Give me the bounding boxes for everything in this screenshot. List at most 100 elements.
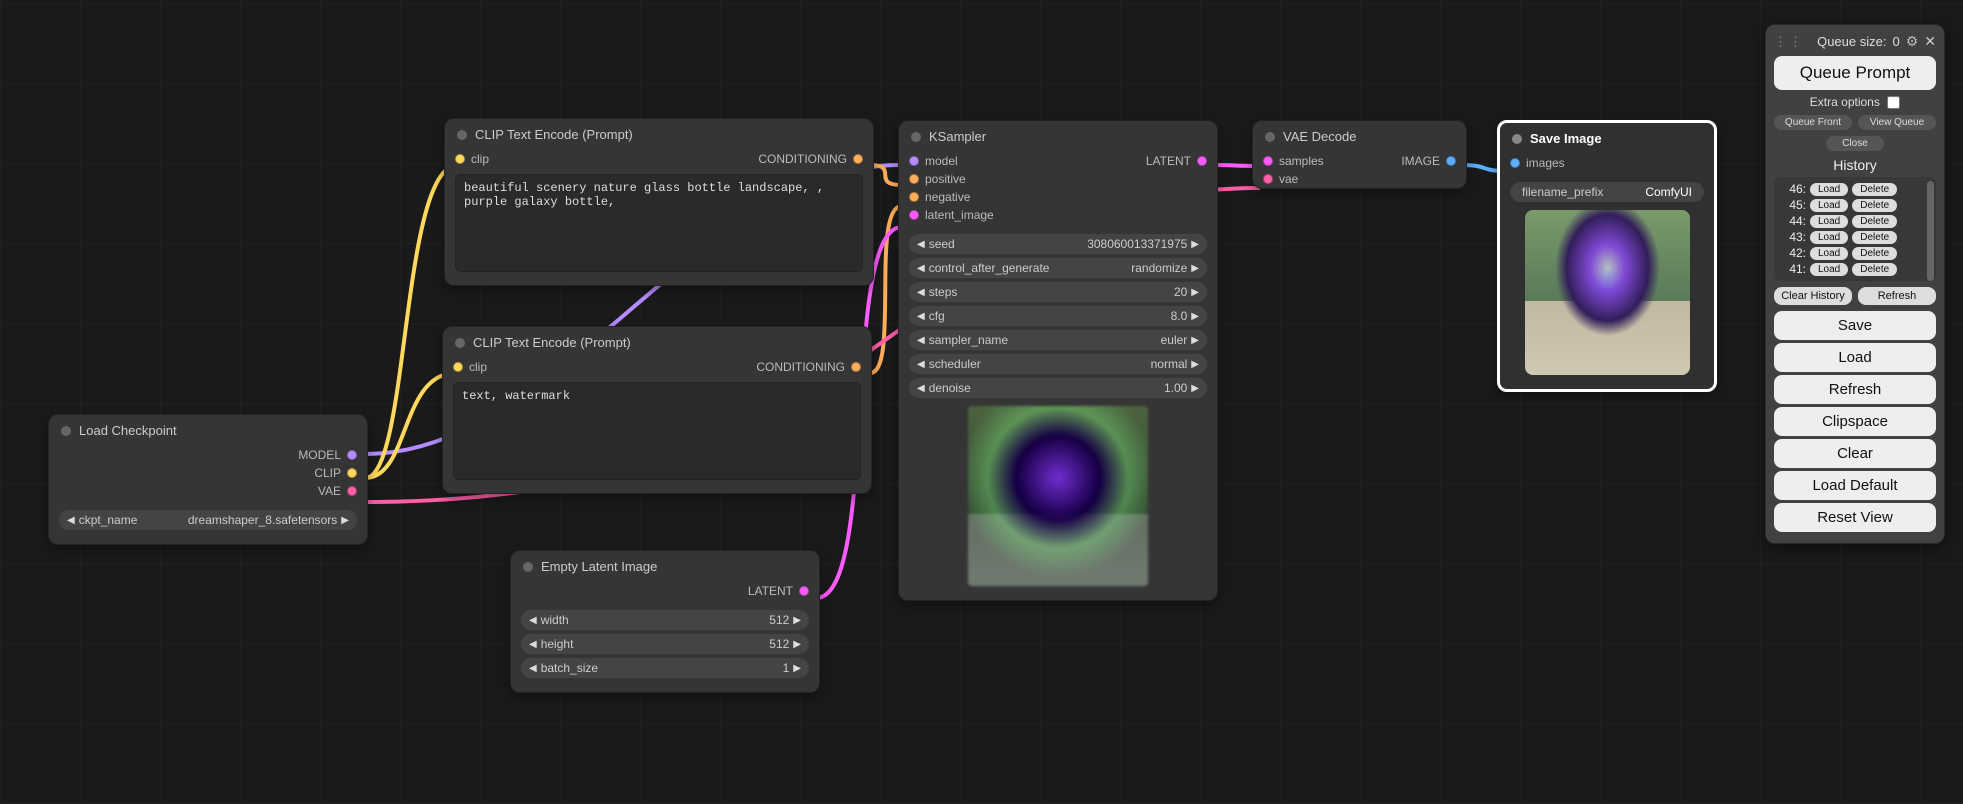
widget-control-after-generate[interactable]: ◀control_after_generaterandomize▶	[909, 258, 1207, 278]
close-icon[interactable]: ✕	[1924, 33, 1936, 50]
widget-denoise[interactable]: ◀denoise1.00▶	[909, 378, 1207, 398]
reset-view-button[interactable]: Reset View	[1774, 503, 1936, 532]
history-load-button[interactable]: Load	[1810, 199, 1848, 212]
node-load-checkpoint[interactable]: Load Checkpoint MODEL CLIP VAE ◀ ckpt_na…	[48, 414, 368, 545]
drag-handle-icon[interactable]: ⋮⋮	[1774, 34, 1804, 50]
widget-steps[interactable]: ◀steps20▶	[909, 282, 1207, 302]
chevron-left-icon[interactable]: ◀	[917, 287, 925, 298]
chevron-left-icon[interactable]: ◀	[917, 263, 925, 274]
clipspace-button[interactable]: Clipspace	[1774, 407, 1936, 436]
history-load-button[interactable]: Load	[1810, 263, 1848, 276]
refresh-button[interactable]: Refresh	[1774, 375, 1936, 404]
chevron-right-icon[interactable]: ▶	[1191, 239, 1199, 250]
widget-height[interactable]: ◀height512▶	[521, 634, 809, 654]
chevron-left-icon[interactable]: ◀	[917, 383, 925, 394]
view-queue-button[interactable]: View Queue	[1858, 115, 1936, 130]
chevron-right-icon[interactable]: ▶	[793, 663, 801, 674]
save-button[interactable]: Save	[1774, 311, 1936, 340]
chevron-left-icon[interactable]: ◀	[917, 311, 925, 322]
output-port-conditioning[interactable]: CONDITIONING	[758, 152, 863, 166]
node-header[interactable]: CLIP Text Encode (Prompt)	[443, 327, 871, 358]
output-image[interactable]	[1525, 210, 1690, 375]
refresh-history-button[interactable]: Refresh	[1858, 287, 1936, 305]
chevron-left-icon[interactable]: ◀	[529, 615, 537, 626]
collapse-toggle-icon[interactable]	[911, 132, 921, 142]
collapse-toggle-icon[interactable]	[523, 562, 533, 572]
chevron-right-icon[interactable]: ▶	[793, 615, 801, 626]
history-delete-button[interactable]: Delete	[1852, 247, 1897, 260]
chevron-right-icon[interactable]: ▶	[1191, 311, 1199, 322]
input-port-images[interactable]: images	[1510, 156, 1565, 170]
input-port-vae[interactable]: vae	[1263, 172, 1298, 186]
queue-front-button[interactable]: Queue Front	[1774, 115, 1852, 130]
node-vae-decode[interactable]: VAE Decode samples IMAGE vae	[1252, 120, 1467, 189]
node-clip-text-encode-negative[interactable]: CLIP Text Encode (Prompt) clip CONDITION…	[442, 326, 872, 494]
widget-filename-prefix[interactable]: filename_prefix ComfyUI	[1510, 182, 1704, 202]
node-header[interactable]: VAE Decode	[1253, 121, 1466, 152]
widget-sampler-name[interactable]: ◀sampler_nameeuler▶	[909, 330, 1207, 350]
output-port-clip[interactable]: CLIP	[314, 466, 357, 480]
node-header[interactable]: CLIP Text Encode (Prompt)	[445, 119, 873, 150]
scrollbar[interactable]	[1927, 181, 1934, 281]
chevron-left-icon[interactable]: ◀	[917, 239, 925, 250]
chevron-left-icon[interactable]: ◀	[67, 515, 75, 526]
collapse-toggle-icon[interactable]	[61, 426, 71, 436]
history-delete-button[interactable]: Delete	[1852, 183, 1897, 196]
widget-seed[interactable]: ◀seed308060013371975▶	[909, 234, 1207, 254]
history-delete-button[interactable]: Delete	[1852, 215, 1897, 228]
input-port-samples[interactable]: samples	[1263, 154, 1324, 168]
history-delete-button[interactable]: Delete	[1852, 263, 1897, 276]
chevron-right-icon[interactable]: ▶	[793, 639, 801, 650]
chevron-left-icon[interactable]: ◀	[529, 663, 537, 674]
input-port-latent-image[interactable]: latent_image	[909, 208, 994, 222]
node-empty-latent-image[interactable]: Empty Latent Image LATENT ◀width512▶ ◀he…	[510, 550, 820, 693]
input-port-positive[interactable]: positive	[909, 172, 966, 186]
history-load-button[interactable]: Load	[1810, 183, 1848, 196]
node-clip-text-encode-positive[interactable]: CLIP Text Encode (Prompt) clip CONDITION…	[444, 118, 874, 286]
control-panel[interactable]: ⋮⋮ Queue size: 0 ⚙ ✕ Queue Prompt Extra …	[1765, 24, 1945, 544]
collapse-toggle-icon[interactable]	[1265, 132, 1275, 142]
chevron-right-icon[interactable]: ▶	[1191, 287, 1199, 298]
widget-batch-size[interactable]: ◀batch_size1▶	[521, 658, 809, 678]
output-port-image[interactable]: IMAGE	[1401, 154, 1456, 168]
node-header[interactable]: KSampler	[899, 121, 1217, 152]
widget-cfg[interactable]: ◀cfg8.0▶	[909, 306, 1207, 326]
widget-ckpt-name[interactable]: ◀ ckpt_name dreamshaper_8.safetensors ▶	[59, 510, 357, 530]
chevron-left-icon[interactable]: ◀	[917, 335, 925, 346]
collapse-toggle-icon[interactable]	[1512, 134, 1522, 144]
input-port-negative[interactable]: negative	[909, 190, 970, 204]
node-save-image[interactable]: Save Image images filename_prefix ComfyU…	[1497, 120, 1717, 392]
node-header[interactable]: Save Image	[1500, 123, 1714, 154]
queue-prompt-button[interactable]: Queue Prompt	[1774, 56, 1936, 90]
close-button[interactable]: Close	[1826, 136, 1884, 151]
node-header[interactable]: Empty Latent Image	[511, 551, 819, 582]
load-button[interactable]: Load	[1774, 343, 1936, 372]
output-port-conditioning[interactable]: CONDITIONING	[756, 360, 861, 374]
history-delete-button[interactable]: Delete	[1852, 231, 1897, 244]
node-header[interactable]: Load Checkpoint	[49, 415, 367, 446]
clear-history-button[interactable]: Clear History	[1774, 287, 1852, 305]
load-default-button[interactable]: Load Default	[1774, 471, 1936, 500]
chevron-right-icon[interactable]: ▶	[1191, 359, 1199, 370]
history-load-button[interactable]: Load	[1810, 247, 1848, 260]
chevron-left-icon[interactable]: ◀	[917, 359, 925, 370]
collapse-toggle-icon[interactable]	[455, 338, 465, 348]
chevron-right-icon[interactable]: ▶	[1191, 263, 1199, 274]
output-port-model[interactable]: MODEL	[298, 448, 357, 462]
chevron-left-icon[interactable]: ◀	[529, 639, 537, 650]
history-list[interactable]: 46:LoadDelete45:LoadDelete44:LoadDelete4…	[1774, 177, 1936, 281]
output-port-vae[interactable]: VAE	[318, 484, 357, 498]
collapse-toggle-icon[interactable]	[457, 130, 467, 140]
history-load-button[interactable]: Load	[1810, 231, 1848, 244]
input-port-clip[interactable]: clip	[455, 152, 489, 166]
extra-options-checkbox[interactable]	[1887, 96, 1900, 109]
chevron-right-icon[interactable]: ▶	[1191, 383, 1199, 394]
chevron-right-icon[interactable]: ▶	[1191, 335, 1199, 346]
prompt-textarea[interactable]	[455, 174, 863, 272]
widget-width[interactable]: ◀width512▶	[521, 610, 809, 630]
output-port-latent[interactable]: LATENT	[748, 584, 809, 598]
history-delete-button[interactable]: Delete	[1852, 199, 1897, 212]
chevron-right-icon[interactable]: ▶	[341, 515, 349, 526]
clear-button[interactable]: Clear	[1774, 439, 1936, 468]
widget-scheduler[interactable]: ◀schedulernormal▶	[909, 354, 1207, 374]
